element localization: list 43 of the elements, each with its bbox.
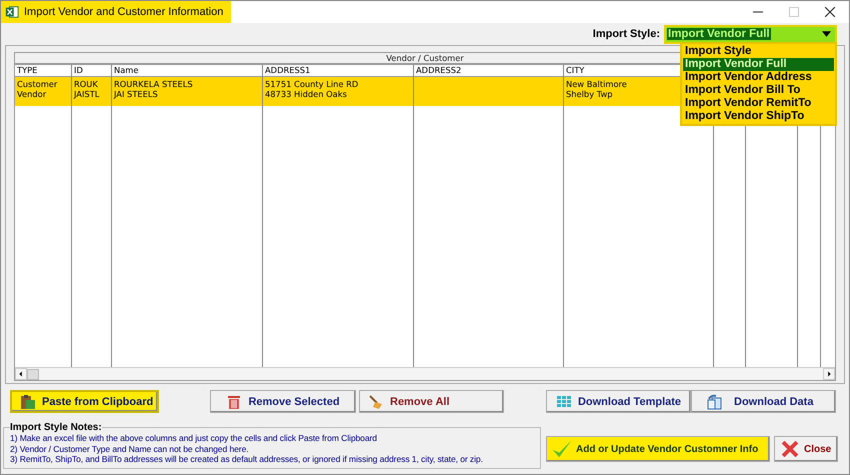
action-button[interactable]: Add or Update Vendor Customner Info bbox=[546, 436, 770, 462]
close-icon[interactable] bbox=[825, 7, 835, 17]
toolbar-button[interactable]: Paste from Clipboard bbox=[10, 390, 159, 413]
caret-icon bbox=[822, 31, 831, 37]
column-header[interactable]: ADDRESS2 bbox=[414, 65, 563, 77]
table-cell: JAISTL bbox=[72, 89, 111, 106]
toolbar-button[interactable]: Download Data bbox=[691, 390, 836, 413]
toolbar-button[interactable]: Remove All bbox=[359, 390, 504, 413]
note-text: 3) RemitTo, ShipTo, and BillTo addresses will be created as default addresses, or ignored if missing address 1, city, state, or zip. bbox=[10, 454, 484, 464]
toolbar-button[interactable]: Remove Selected bbox=[210, 390, 356, 413]
note-text: 2) Vendor / Customer Type and Name can not be changed here. bbox=[10, 444, 250, 454]
trash-icon bbox=[226, 394, 242, 410]
spreadsheet-app-icon bbox=[5, 5, 19, 19]
table-cell: Customer bbox=[15, 77, 71, 89]
dropdown-option[interactable]: Import Vendor ShipTo bbox=[683, 110, 834, 123]
horizontal-scrollbar[interactable] bbox=[15, 367, 835, 380]
scroll-left-icon[interactable] bbox=[15, 368, 27, 380]
table-cell: JAI STEELS bbox=[112, 89, 262, 106]
scroll-right-icon[interactable] bbox=[823, 368, 835, 380]
clipboard-icon bbox=[20, 394, 36, 410]
table-cell: 48733 Hidden Oaks bbox=[263, 89, 413, 106]
scrollbar-thumb[interactable] bbox=[27, 368, 39, 380]
broom-icon bbox=[368, 394, 384, 410]
notes-title: Import Style Notes: bbox=[10, 422, 102, 433]
column-header[interactable]: ID bbox=[72, 65, 111, 77]
table-cell: 51751 County Line RD bbox=[263, 77, 413, 89]
action-button[interactable]: Close bbox=[774, 436, 838, 462]
table-cell: ROURKELA STEELS bbox=[112, 77, 262, 89]
table-cell: ROUK bbox=[72, 77, 111, 89]
table-cell: Vendor bbox=[15, 89, 71, 106]
window-title: Import Vendor and Customer Information bbox=[24, 6, 224, 18]
note-text: 1) Make an excel file with the above columns and just copy the cells and click Paste from Clipboard bbox=[10, 433, 378, 444]
close-icon bbox=[779, 438, 801, 460]
grid-icon bbox=[556, 394, 572, 410]
column-header[interactable]: TYPE bbox=[15, 65, 71, 77]
checkmark-icon bbox=[551, 438, 573, 460]
toolbar-button[interactable]: Download Template bbox=[546, 390, 691, 413]
column-header[interactable]: Name bbox=[112, 65, 262, 77]
dropdown-option[interactable]: Import Vendor Full bbox=[683, 58, 834, 71]
column-header[interactable]: ADDRESS1 bbox=[263, 65, 413, 77]
import-style-dropdown[interactable]: Import Vendor Full bbox=[664, 24, 837, 44]
documents-arrow-icon bbox=[706, 394, 722, 410]
import-style-label: Import Style: bbox=[592, 28, 660, 40]
